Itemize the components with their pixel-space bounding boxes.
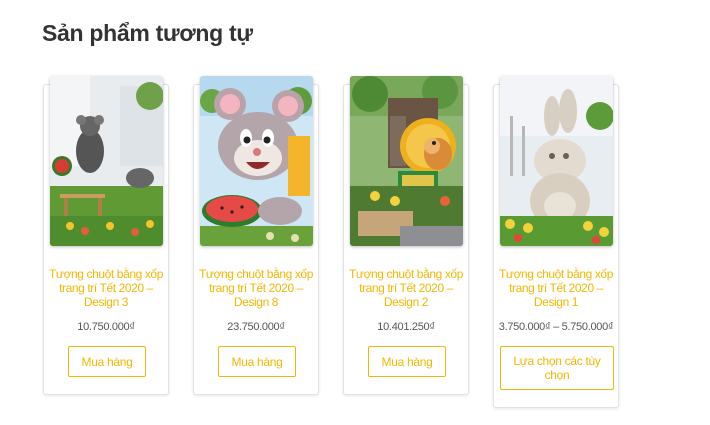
product-price: 10.401.250₫ bbox=[377, 321, 435, 333]
product-title[interactable]: Tượng chuột bằng xốp trang trí Tết 2020 … bbox=[198, 267, 314, 309]
select-options-button[interactable]: Lựa chọn các tùy chọn bbox=[500, 346, 614, 390]
product-card: Tượng chuột bằng xốp trang trí Tết 2020 … bbox=[43, 76, 169, 395]
product-image[interactable] bbox=[350, 76, 463, 246]
product-price: 23.750.000₫ bbox=[227, 321, 285, 333]
product-title[interactable]: Tượng chuột bằng xốp trang trí Tết 2020 … bbox=[48, 267, 164, 309]
product-title[interactable]: Tượng chuột bằng xốp trang trí Tết 2020 … bbox=[498, 267, 614, 309]
buy-button[interactable]: Mua hàng bbox=[368, 346, 446, 377]
product-title[interactable]: Tượng chuột bằng xốp trang trí Tết 2020 … bbox=[348, 267, 464, 309]
section-title: Sản phẩm tương tự bbox=[42, 20, 253, 46]
product-price: 3.750.000₫ – 5.750.000₫ bbox=[498, 321, 614, 333]
product-price: 10.750.000₫ bbox=[77, 321, 135, 333]
buy-button[interactable]: Mua hàng bbox=[68, 346, 146, 377]
product-card: Tượng chuột bằng xốp trang trí Tết 2020 … bbox=[493, 76, 619, 408]
product-image[interactable] bbox=[50, 76, 163, 246]
product-card: Tượng chuột bằng xốp trang trí Tết 2020 … bbox=[193, 76, 319, 395]
buy-button[interactable]: Mua hàng bbox=[218, 346, 296, 377]
product-image[interactable] bbox=[200, 76, 313, 246]
product-card: Tượng chuột bằng xốp trang trí Tết 2020 … bbox=[343, 76, 469, 395]
product-image[interactable] bbox=[500, 76, 613, 246]
